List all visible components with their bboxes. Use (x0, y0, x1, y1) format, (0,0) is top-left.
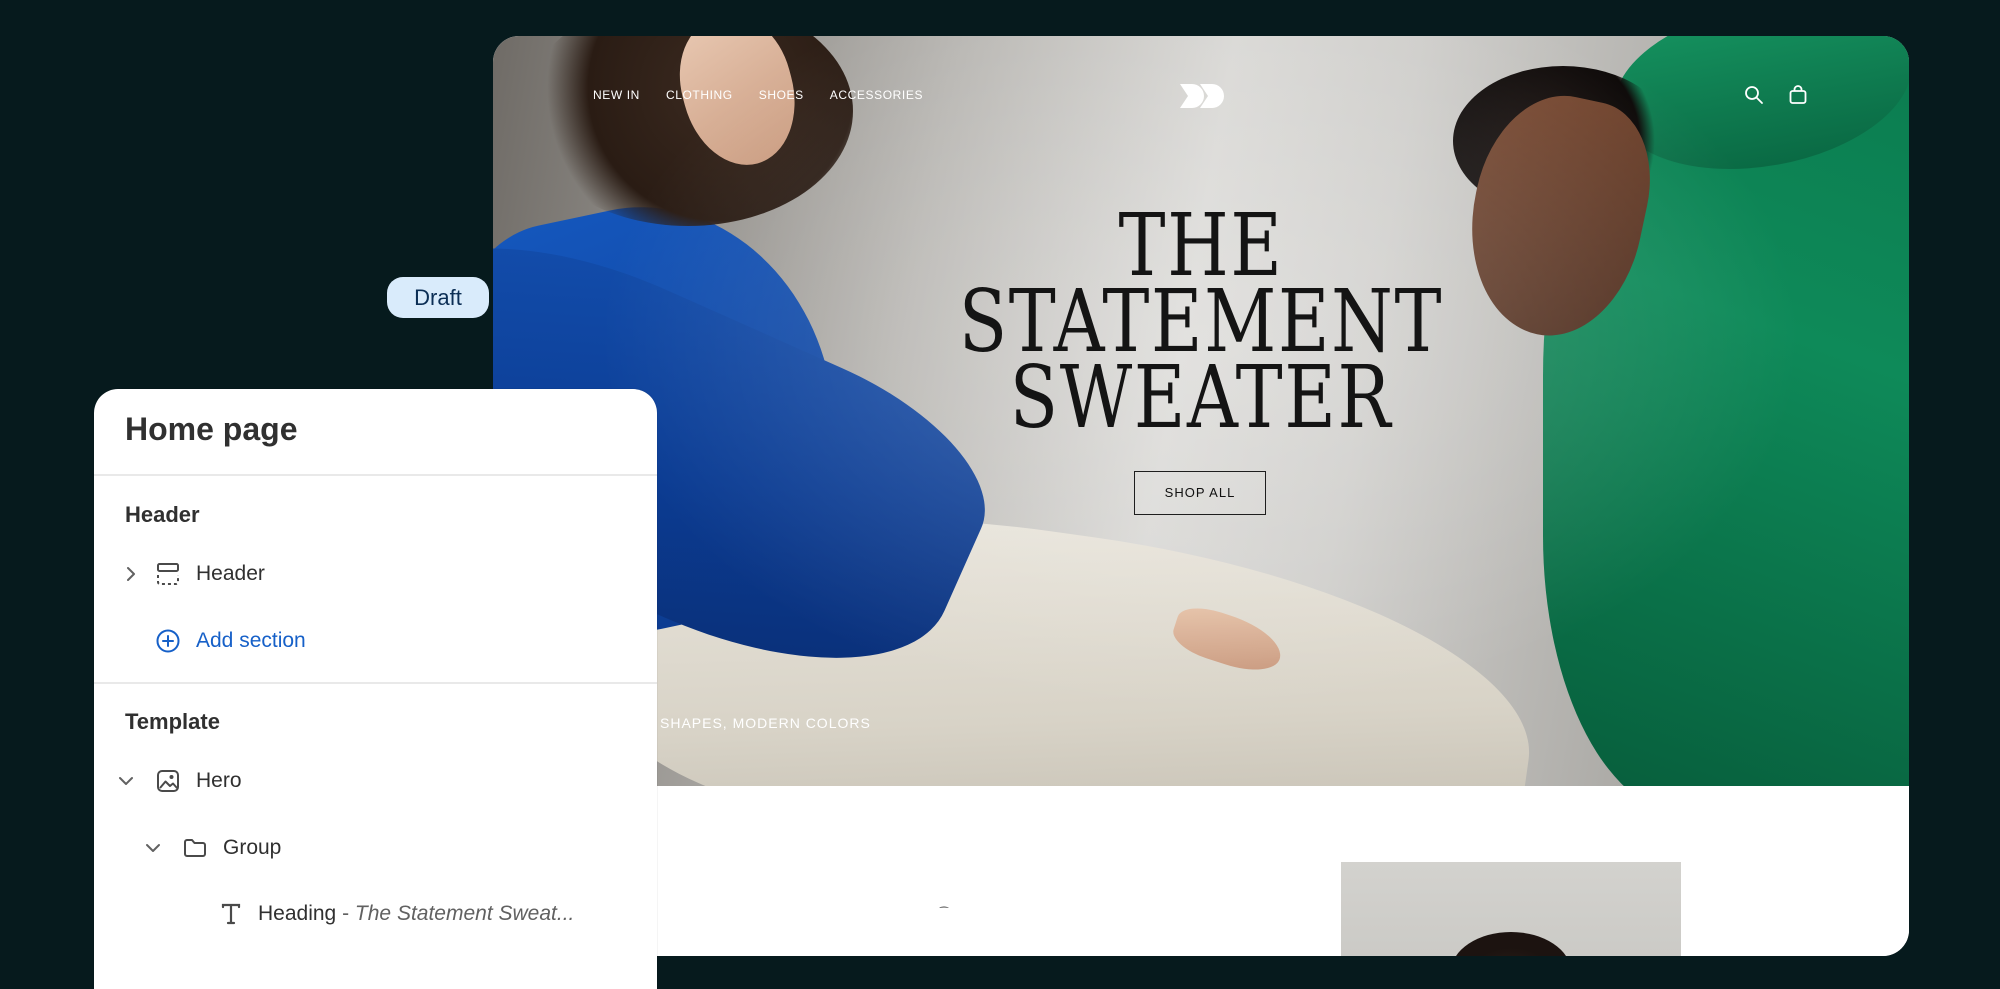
heading-label: Heading (258, 902, 337, 925)
page-title: Home page (125, 411, 298, 447)
nav-link-clothing[interactable]: CLOTHING (666, 80, 733, 110)
template-section-title: Template (125, 709, 220, 734)
heading-separator: - (342, 902, 350, 925)
sidebar-item-hero[interactable]: Hero (94, 756, 657, 806)
folder-icon (184, 839, 206, 857)
heading-value: The Statement Sweat... (354, 902, 575, 925)
storefront-preview: NEW IN CLOTHING SHOES ACCESSORIES THE ST… (493, 36, 1909, 956)
nav-link-accessories[interactable]: ACCESSORIES (830, 80, 923, 110)
chevron-down-icon[interactable] (143, 838, 163, 858)
shop-all-button[interactable]: SHOP ALL (1134, 471, 1266, 515)
product-photo-hair (1451, 932, 1571, 956)
sidebar-item-label: Group (223, 836, 282, 859)
nav-icons (1743, 84, 1809, 106)
decorative-mark: ⁀ (940, 908, 949, 919)
hero-title-line: SWEATER (1009, 348, 1393, 448)
sidebar-item-heading[interactable]: Heading - The Statement Sweat... (94, 889, 657, 939)
add-section-button[interactable]: Add section (94, 616, 657, 666)
hero-title: THE STATEMENT SWEATER (832, 203, 1570, 448)
search-icon[interactable] (1743, 84, 1765, 106)
store-nav: NEW IN CLOTHING SHOES ACCESSORIES (493, 80, 1909, 110)
sidebar-item-header[interactable]: Header (94, 549, 657, 599)
logo-icon[interactable] (1178, 82, 1226, 110)
sidebar-item-label: Heading - The Statement Sweat... (258, 902, 574, 926)
divider (94, 682, 657, 684)
plus-circle-icon (156, 629, 180, 653)
editor-panel: Home page Header Header Add section Temp… (94, 389, 657, 989)
nav-links: NEW IN CLOTHING SHOES ACCESSORIES (593, 80, 923, 110)
add-section-label: Add section (196, 629, 306, 652)
hero-caption: SHAPES, MODERN COLORS (660, 715, 871, 731)
draft-badge: Draft (387, 277, 489, 318)
sidebar-item-label: Header (196, 562, 265, 585)
hero-banner: NEW IN CLOTHING SHOES ACCESSORIES THE ST… (493, 36, 1909, 786)
sidebar-item-label: Hero (196, 769, 242, 792)
sidebar-item-group[interactable]: Group (94, 823, 657, 873)
header-section-title: Header (125, 502, 200, 527)
chevron-down-icon[interactable] (116, 771, 136, 791)
image-icon (157, 770, 179, 792)
divider (94, 474, 657, 476)
featured-section: ⁀ (493, 786, 1909, 956)
nav-link-new-in[interactable]: NEW IN (593, 80, 640, 110)
nav-link-shoes[interactable]: SHOES (759, 80, 804, 110)
text-icon (221, 903, 241, 925)
header-layout-icon (157, 563, 179, 585)
chevron-right-icon[interactable] (121, 564, 141, 584)
cart-icon[interactable] (1787, 84, 1809, 106)
